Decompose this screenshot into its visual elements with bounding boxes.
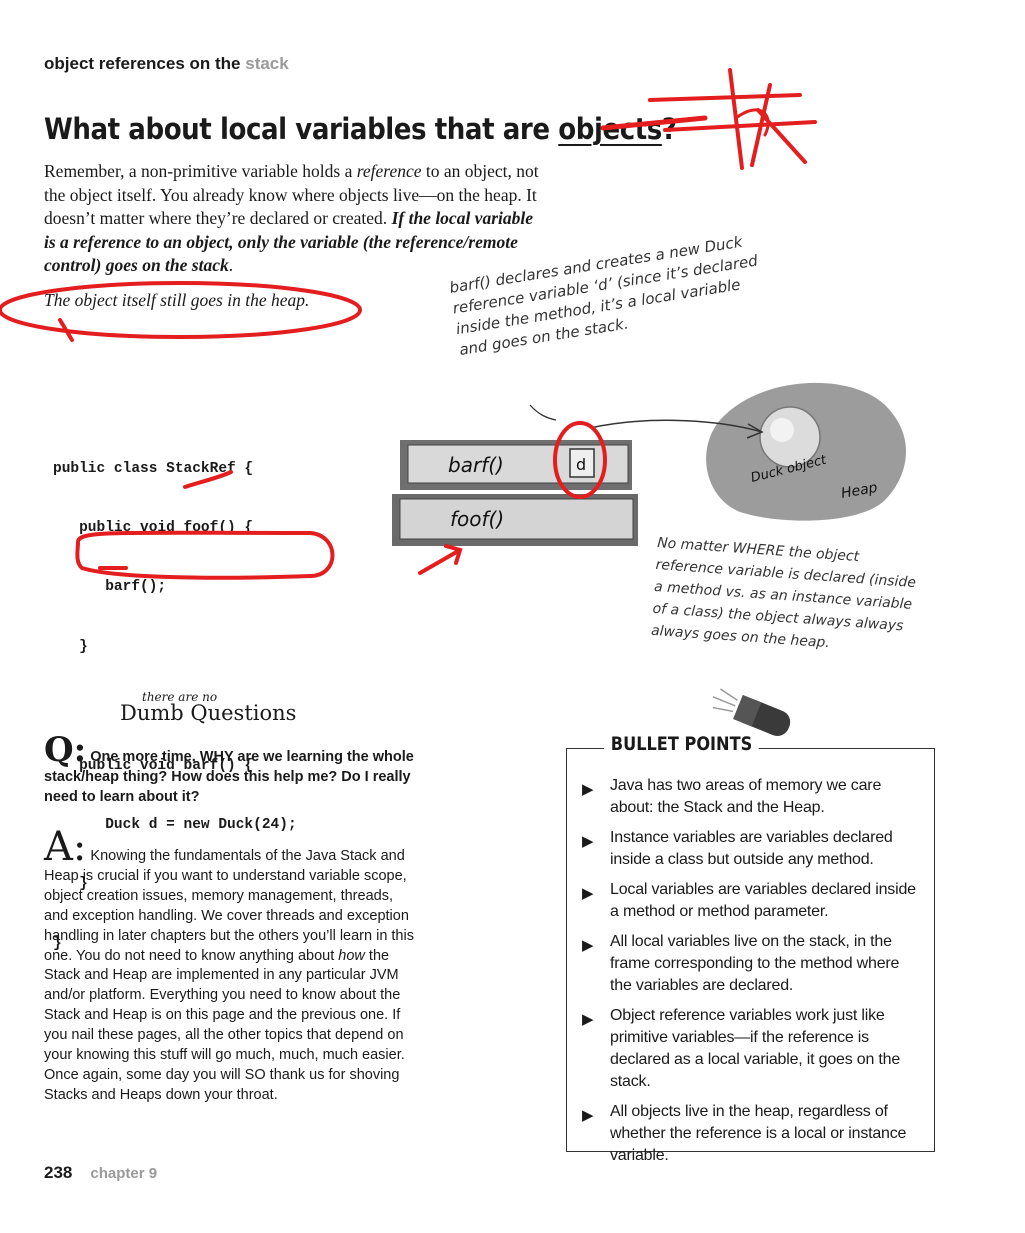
question-block: Q: One more time, WHY are we learning th… [44, 733, 424, 807]
triangle-bullet-icon: ▶ [582, 937, 594, 954]
stack-frame-barf: barf() d [400, 440, 632, 490]
answer-letter: A: [44, 824, 87, 870]
triangle-bullet-icon: ▶ [582, 1011, 594, 1028]
bullet-item: ▶ All local variables live on the stack, … [580, 931, 925, 997]
var-d-label: d [576, 455, 586, 474]
stack-frame-foof: foof() [392, 494, 638, 546]
bullet-text: Java has two areas of memory we care abo… [610, 777, 882, 816]
bullet-text: All objects live in the heap, regardless… [610, 1103, 907, 1164]
dumb-big-text: Dumb Questions [120, 701, 297, 725]
bullet-text: Local variables are variables declared i… [610, 881, 916, 920]
answer-block: A: Knowing the fundamentals of the Java … [44, 827, 419, 1106]
bullet-points-title: BULLET POINTS [604, 733, 760, 755]
bullet-text: All local variables live on the stack, i… [610, 933, 900, 994]
triangle-bullet-icon: ▶ [582, 833, 594, 850]
question-text: One more time, WHY are we learning the w… [44, 749, 414, 805]
bullet-points-list: ▶ Java has two areas of memory we care ab… [580, 775, 925, 1175]
bullet-item: ▶ All objects live in the heap, regardles… [580, 1101, 925, 1167]
bullet-item: ▶ Java has two areas of memory we care ab… [580, 775, 925, 819]
bullet-icon [712, 688, 791, 736]
answer-text-2: the Stack and Heap are implemented in an… [44, 947, 405, 1103]
triangle-bullet-icon: ▶ [582, 781, 594, 798]
page-footer: 238 chapter 9 [44, 1163, 157, 1183]
answer-text-1: Knowing the fundamentals of the Java Sta… [44, 848, 414, 964]
frame-barf-label: barf() [448, 453, 504, 477]
question-letter: Q: [44, 730, 87, 770]
chapter-label: chapter 9 [90, 1165, 158, 1182]
note-arrow [529, 404, 557, 421]
triangle-bullet-icon: ▶ [582, 885, 594, 902]
answer-italic: how [338, 947, 365, 964]
frame-foof-label: foof() [450, 507, 504, 531]
bullet-item: ▶ Object reference variables work just li… [580, 1005, 925, 1093]
triangle-bullet-icon: ▶ [582, 1107, 594, 1124]
bullet-item: ▶ Instance variables are variables declar… [580, 827, 925, 871]
bullet-text: Instance variables are variables declare… [610, 829, 893, 868]
bullet-item: ▶ Local variables are variables declared … [580, 879, 925, 923]
page-number: 238 [44, 1163, 73, 1182]
bullet-text: Object reference variables work just lik… [610, 1007, 901, 1090]
